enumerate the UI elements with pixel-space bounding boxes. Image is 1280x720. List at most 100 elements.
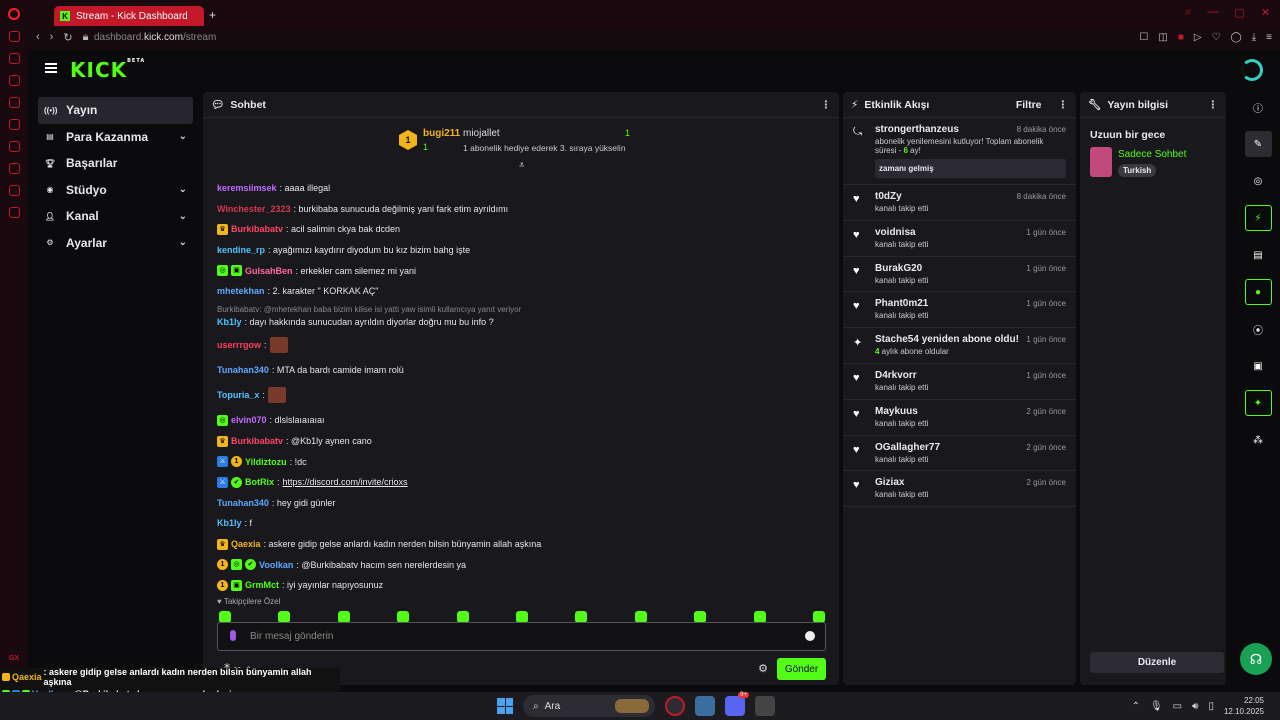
kick-logo[interactable]: KICKBETA: [70, 58, 145, 82]
chevron-down-icon[interactable]: ⌄: [179, 184, 187, 195]
maximize-icon[interactable]: ▢: [1234, 6, 1244, 19]
more-options-icon[interactable]: ⋮: [1208, 99, 1219, 111]
obs-icon[interactable]: [755, 696, 775, 716]
broadcast-icon[interactable]: ⦿: [1245, 316, 1272, 342]
gear-icon[interactable]: ⚙: [758, 662, 768, 675]
support-chat-icon[interactable]: ☊: [1240, 643, 1272, 675]
heart-icon[interactable]: ♡: [1212, 32, 1221, 43]
clock[interactable]: 22:05 12.10.2025: [1224, 695, 1264, 717]
user-avatar[interactable]: [1241, 59, 1263, 81]
document-icon[interactable]: ▤: [1245, 242, 1272, 268]
screenshot-icon[interactable]: ◫: [1158, 32, 1167, 43]
back-icon[interactable]: ‹: [36, 31, 40, 44]
chevron-down-icon[interactable]: ⌄: [179, 211, 187, 222]
download-icon[interactable]: ⤓: [1252, 32, 1256, 43]
chevron-down-icon[interactable]: ⌄: [179, 131, 187, 142]
camera-icon[interactable]: ◎: [1245, 168, 1272, 194]
hamburger-menu-icon[interactable]: [45, 63, 57, 65]
sidebar-item[interactable]: 🏆︎ Başarılar: [38, 150, 193, 177]
discord-icon[interactable]: 9+: [725, 692, 749, 716]
sidebar-app-icon[interactable]: [8, 97, 20, 108]
more-options-icon[interactable]: ⋮: [1058, 99, 1069, 111]
chat-username[interactable]: mhetekhan: [217, 286, 265, 296]
sidebar-item[interactable]: ▤ Para Kazanma ⌄: [38, 124, 193, 151]
collapse-arrow-icon[interactable]: ⩡: [519, 160, 525, 171]
filter-button[interactable]: Filtre: [1016, 99, 1042, 111]
close-icon[interactable]: ✕: [1261, 6, 1270, 19]
chat-username[interactable]: userrrgow: [217, 340, 261, 350]
chat-username[interactable]: BotRix: [245, 477, 274, 487]
search-icon[interactable]: ⌕: [1185, 6, 1191, 19]
more-options-icon[interactable]: ⋮: [821, 99, 832, 111]
activity-item[interactable]: ♥ BurakG20 1 gün önce kanalı takip etti: [843, 257, 1076, 293]
edit-button[interactable]: Düzenle: [1090, 652, 1224, 673]
windows-start-icon[interactable]: [497, 698, 513, 714]
sidebar-app-icon[interactable]: [8, 141, 20, 152]
volume-icon[interactable]: 🔊︎: [1192, 701, 1198, 712]
chat-username[interactable]: Burkibabatv: [231, 224, 283, 234]
chat-username[interactable]: Winchester_2323: [217, 204, 290, 214]
sidebar-app-icon[interactable]: [8, 185, 20, 196]
chevron-down-icon[interactable]: ⌄: [179, 237, 187, 248]
sidebar-item[interactable]: ⚙ Ayarlar ⌄: [38, 230, 193, 257]
activity-item[interactable]: ♥ Giziax 2 gün önce kanalı takip etti: [843, 471, 1076, 508]
community-icon[interactable]: ⁂: [1245, 427, 1272, 453]
chat-username[interactable]: GrmMct: [245, 580, 279, 590]
pencil-icon[interactable]: ✎: [1244, 131, 1272, 157]
category-link[interactable]: Sadece Sohbet: [1118, 149, 1186, 160]
menu-icon[interactable]: ≡: [1266, 32, 1272, 43]
activity-item[interactable]: ♥ OGallagher77 2 gün önce kanalı takip etti: [843, 436, 1076, 472]
minimize-icon[interactable]: —: [1207, 6, 1218, 19]
chat-username[interactable]: Tunahan340: [217, 365, 269, 375]
battery-icon[interactable]: ▯: [1208, 701, 1214, 712]
sidebar-app-icon[interactable]: [8, 119, 20, 130]
chat-username[interactable]: Yildiztozu: [245, 457, 287, 467]
chat-username[interactable]: keremsiimsek: [217, 183, 277, 193]
browser-tab[interactable]: K Stream - Kick Dashboard: [54, 6, 204, 26]
chat-username[interactable]: Kb1ly: [217, 317, 242, 327]
shield-icon[interactable]: ■: [1178, 32, 1184, 43]
chat-username[interactable]: GulsahBen: [245, 266, 293, 276]
sidebar-item[interactable]: ◉ Stüdyo ⌄: [38, 177, 193, 204]
activity-item[interactable]: ♥ D4rkvorr 1 gün önce kanalı takip etti: [843, 364, 1076, 400]
chat-link[interactable]: https://discord.com/invite/crioxs: [283, 477, 408, 487]
chat-username[interactable]: Kb1ly: [217, 518, 242, 528]
lightning-icon[interactable]: ⚡︎: [1244, 205, 1272, 231]
chat-username[interactable]: Voolkan: [259, 560, 293, 570]
activity-item[interactable]: ♥ voidnisa 1 gün önce kanalı takip etti: [843, 221, 1076, 257]
mic-icon[interactable]: 🎙︎: [1150, 701, 1163, 712]
wrench-icon[interactable]: ✦: [1244, 390, 1272, 416]
bookmark-icon[interactable]: ☐: [1139, 32, 1148, 43]
sidebar-app-icon[interactable]: [8, 31, 20, 42]
mic-icon[interactable]: [230, 630, 236, 641]
sidebar-app-icon[interactable]: [8, 53, 20, 64]
network-icon[interactable]: ▭: [1173, 701, 1182, 712]
chat-username[interactable]: elvin070: [231, 415, 267, 425]
activity-item[interactable]: ♥ Maykuus 2 gün önce kanalı takip etti: [843, 400, 1076, 436]
app-icon[interactable]: [695, 696, 715, 716]
activity-item[interactable]: ⤿ strongerthanzeus 8 dakika önce abonelik y…: [843, 118, 1076, 185]
sidebar-app-icon[interactable]: [8, 207, 20, 218]
emoji-icon[interactable]: [805, 631, 815, 641]
send-button[interactable]: Gönder: [777, 658, 826, 680]
chat-icon[interactable]: ●: [1244, 279, 1272, 305]
opera-logo-icon[interactable]: [8, 8, 20, 20]
taskbar-search[interactable]: ⌕ Ara: [523, 695, 655, 717]
sidebar-app-icon[interactable]: [8, 163, 20, 174]
account-icon[interactable]: ◯: [1231, 32, 1242, 43]
activity-item[interactable]: ♥ t0dZy 8 dakika önce kanalı takip etti: [843, 185, 1076, 221]
activity-item[interactable]: ✦ Stache54 yeniden abone oldu! 1 gün önce 4…: [843, 328, 1076, 364]
sidebar-app-icon[interactable]: [8, 75, 20, 86]
chat-input[interactable]: Bir mesaj gönderin: [217, 622, 826, 651]
new-tab-button[interactable]: +: [209, 8, 216, 22]
sidebar-item[interactable]: ((•)) Yayın: [38, 97, 193, 124]
sidebar-item[interactable]: 👤︎ Kanal ⌄: [38, 203, 193, 230]
chat-username[interactable]: Topuria_x: [217, 390, 259, 400]
activity-item[interactable]: ♥ Phant0m21 1 gün önce kanalı takip etti: [843, 292, 1076, 329]
play-icon[interactable]: ▷: [1194, 32, 1202, 43]
info-icon[interactable]: ⓘ: [1245, 94, 1272, 120]
leader-user[interactable]: bugi211: [423, 128, 460, 139]
chat-username[interactable]: kendine_rp: [217, 245, 265, 255]
chat-username[interactable]: Qaexia: [231, 539, 261, 549]
leader-user[interactable]: miojallet: [463, 128, 500, 139]
